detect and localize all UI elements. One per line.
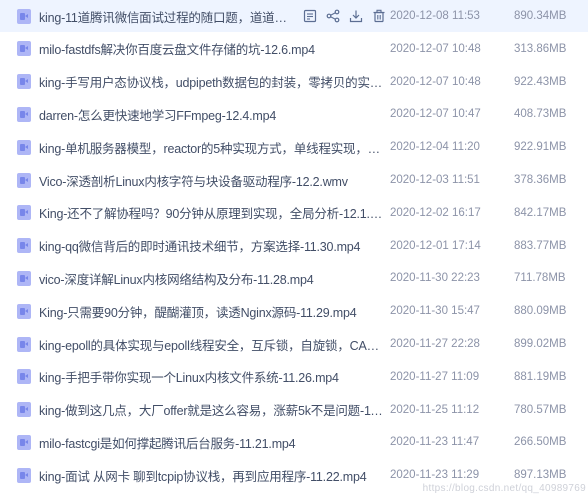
file-date: 2020-12-07 10:48 [390, 75, 481, 88]
file-size: 899.02MB [514, 338, 567, 350]
file-size: 883.77MB [514, 239, 567, 252]
video-file-icon [17, 74, 31, 90]
file-date: 2020-12-07 10:48 [390, 42, 481, 55]
file-size: 313.86MB [514, 42, 567, 55]
file-row[interactable]: king-单机服务器模型，reactor的5种实现方式，单线程实现，多线程实现.… [0, 131, 588, 163]
file-row[interactable]: King-只需要90分钟，醍醐灌顶，读透Nginx源码-11.29.mp4 20… [0, 295, 588, 327]
file-row[interactable]: king-手写用户态协议栈，udpipeth数据包的封装，零拷贝的实现，柔性..… [0, 66, 588, 98]
file-name[interactable]: king-qq微信背后的即时通讯技术细节，方案选择-11.30.mp4 [39, 236, 385, 255]
share-icon[interactable] [326, 9, 340, 24]
file-date: 2020-12-03 11:51 [390, 174, 480, 186]
row-checkbox[interactable] [0, 0, 14, 32]
row-checkbox[interactable] [0, 230, 14, 262]
row-checkbox[interactable] [0, 164, 14, 196]
file-size: 890.34MB [514, 10, 567, 22]
file-size: 842.17MB [514, 206, 567, 219]
note-icon[interactable] [303, 9, 317, 24]
row-checkbox[interactable] [0, 426, 14, 458]
video-file-icon [17, 205, 31, 221]
video-file-icon [17, 434, 31, 450]
video-file-icon [17, 336, 31, 352]
file-name[interactable]: king-做到这几点，大厂offer就是这么容易，涨薪5k不是问题-11.24.… [39, 400, 385, 419]
file-date: 2020-11-30 15:47 [390, 305, 480, 318]
file-size: 408.73MB [514, 108, 567, 121]
file-row[interactable]: Vico-深透剖析Linux内核字符与块设备驱动程序-12.2.wmv 2020… [0, 164, 588, 196]
file-name[interactable]: Vico-深透剖析Linux内核字符与块设备驱动程序-12.2.wmv [39, 171, 385, 190]
video-file-icon [17, 238, 31, 254]
file-name[interactable]: king-手把手带你实现一个Linux内核文件系统-11.26.mp4 [39, 367, 385, 386]
file-date: 2020-12-02 16:17 [390, 206, 481, 219]
video-file-icon [17, 369, 31, 385]
file-size: 881.19MB [514, 370, 567, 383]
video-file-icon [17, 467, 31, 483]
file-name[interactable]: king-手写用户态协议栈，udpipeth数据包的封装，零拷贝的实现，柔性..… [39, 72, 385, 91]
file-name[interactable]: vico-深度详解Linux内核网络结构及分布-11.28.mp4 [39, 269, 385, 288]
row-checkbox[interactable] [0, 131, 14, 163]
file-name[interactable]: King-只需要90分钟，醍醐灌顶，读透Nginx源码-11.29.mp4 [39, 302, 385, 321]
video-file-icon [17, 8, 31, 24]
row-checkbox[interactable] [0, 262, 14, 294]
file-size: 711.78MB [514, 272, 566, 285]
row-checkbox[interactable] [0, 197, 14, 229]
file-date: 2020-12-04 11:20 [390, 141, 480, 154]
file-date: 2020-12-08 11:53 [390, 10, 480, 22]
video-file-icon [17, 139, 31, 155]
file-size: 922.91MB [514, 141, 567, 154]
file-row[interactable]: king-epoll的具体实现与epoll线程安全，互斥锁，自旋锁，CAS，原子… [0, 328, 588, 360]
file-date: 2020-12-01 17:14 [390, 239, 481, 252]
file-size: 266.50MB [514, 436, 567, 449]
file-name[interactable]: darren-怎么更快速地学习FFmpeg-12.4.mp4 [39, 105, 385, 124]
file-name[interactable]: milo-fastcgi是如何撑起腾讯后台服务-11.21.mp4 [39, 433, 385, 452]
delete-icon[interactable] [372, 9, 386, 24]
file-row[interactable]: darren-怎么更快速地学习FFmpeg-12.4.mp4 2020-12-0… [0, 98, 588, 130]
file-row[interactable]: King-还不了解协程吗？90分钟从原理到实现，全局分析-12.1.mp4 20… [0, 197, 588, 229]
file-size: 880.09MB [514, 305, 567, 318]
file-row[interactable]: king-11道腾讯微信面试过程的随口题，道道经典-12.8.mp4 2020-… [0, 0, 588, 32]
file-date: 2020-11-30 22:23 [390, 272, 480, 285]
file-date: 2020-11-27 22:28 [390, 338, 480, 350]
video-file-icon [17, 270, 31, 286]
file-row[interactable]: vico-深度详解Linux内核网络结构及分布-11.28.mp4 2020-1… [0, 262, 588, 294]
file-row[interactable]: king-手把手带你实现一个Linux内核文件系统-11.26.mp4 2020… [0, 361, 588, 393]
file-row[interactable]: king-qq微信背后的即时通讯技术细节，方案选择-11.30.mp4 2020… [0, 230, 588, 262]
file-name[interactable]: king-11道腾讯微信面试过程的随口题，道道经典-12.8.mp4 [39, 7, 289, 26]
row-checkbox[interactable] [0, 98, 14, 130]
file-date: 2020-12-07 10:47 [390, 108, 481, 121]
row-checkbox[interactable] [0, 66, 14, 98]
video-file-icon [17, 303, 31, 319]
file-name[interactable]: king-单机服务器模型，reactor的5种实现方式，单线程实现，多线程实现.… [39, 138, 385, 157]
file-size: 897.13MB [514, 469, 567, 482]
file-name[interactable]: king-面试 从网卡 聊到tcpip协议栈，再到应用程序-11.22.mp4 [39, 466, 385, 485]
row-actions [289, 9, 385, 24]
file-date: 2020-11-25 11:12 [390, 403, 480, 416]
row-checkbox[interactable] [0, 33, 14, 65]
video-file-icon [17, 172, 31, 188]
file-date: 2020-11-23 11:47 [390, 436, 480, 449]
file-row[interactable]: milo-fastdfs解决你百度云盘文件存储的坑-12.6.mp4 2020-… [0, 33, 588, 65]
watermark: https://blog.csdn.net/qq_40989769 [422, 483, 586, 494]
file-name[interactable]: milo-fastdfs解决你百度云盘文件存储的坑-12.6.mp4 [39, 39, 385, 58]
file-date: 2020-11-27 11:09 [390, 370, 480, 383]
file-size: 922.43MB [514, 75, 567, 88]
video-file-icon [17, 402, 31, 418]
video-file-icon [17, 41, 31, 57]
row-checkbox[interactable] [0, 361, 14, 393]
download-icon[interactable] [349, 9, 363, 24]
row-checkbox[interactable] [0, 328, 14, 360]
file-row[interactable]: milo-fastcgi是如何撑起腾讯后台服务-11.21.mp4 2020-1… [0, 426, 588, 458]
file-name[interactable]: King-还不了解协程吗？90分钟从原理到实现，全局分析-12.1.mp4 [39, 203, 385, 222]
file-row[interactable]: king-做到这几点，大厂offer就是这么容易，涨薪5k不是问题-11.24.… [0, 394, 588, 426]
file-name[interactable]: king-epoll的具体实现与epoll线程安全，互斥锁，自旋锁，CAS，原子… [39, 335, 385, 354]
row-checkbox[interactable] [0, 459, 14, 491]
video-file-icon [17, 106, 31, 122]
file-date: 2020-11-23 11:29 [390, 469, 480, 482]
row-checkbox[interactable] [0, 394, 14, 426]
file-size: 378.36MB [514, 174, 567, 186]
row-checkbox[interactable] [0, 295, 14, 327]
file-list: king-11道腾讯微信面试过程的随口题，道道经典-12.8.mp4 2020-… [0, 0, 588, 494]
file-size: 780.57MB [514, 403, 567, 416]
